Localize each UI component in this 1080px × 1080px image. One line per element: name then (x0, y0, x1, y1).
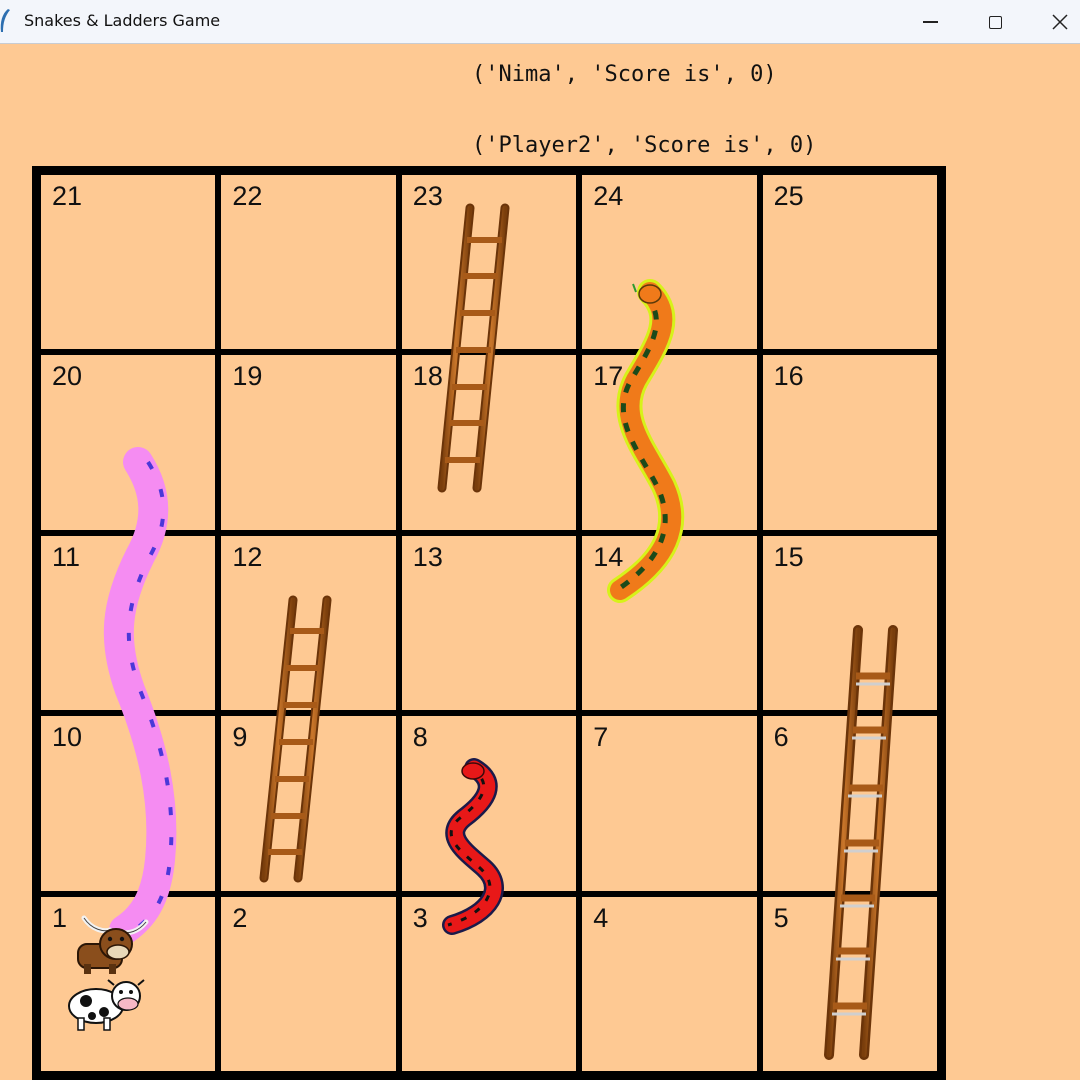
board-cell[interactable]: 20 (38, 352, 219, 533)
board-cell[interactable]: 16 (759, 352, 940, 533)
board-cell[interactable]: 22 (218, 172, 399, 353)
cell-number: 21 (52, 181, 83, 211)
board-cell[interactable]: 24 (579, 172, 760, 353)
cell-number: 7 (593, 722, 609, 753)
player2-score: ('Player2', 'Score is', 0) (472, 133, 817, 158)
cell-number: 10 (52, 722, 83, 753)
game-canvas[interactable]: ('Nima', 'Score is', 0) ('Player2', 'Sco… (0, 45, 1080, 1080)
board-cell[interactable]: 3 (398, 893, 580, 1074)
cell-number: 3 (412, 902, 428, 933)
board-cell[interactable]: 12 (218, 532, 399, 714)
board-cell[interactable]: 7 (579, 713, 760, 894)
cell-number: 8 (412, 722, 428, 753)
close-button[interactable] (1027, 0, 1080, 44)
cell-number: 24 (593, 181, 624, 211)
board-cell[interactable]: 10 (38, 713, 219, 894)
cell-number: 23 (412, 181, 443, 211)
board-cell[interactable]: 21 (38, 172, 219, 353)
game-board[interactable]: 21 22 23 24 25 20 19 18 17 16 11 12 13 1… (32, 166, 946, 1080)
cell-number: 1 (52, 902, 68, 933)
cell-number: 15 (773, 541, 804, 572)
close-icon (1052, 14, 1068, 30)
cell-number: 16 (773, 361, 804, 392)
cell-number: 22 (232, 181, 263, 211)
minimize-icon (922, 21, 938, 23)
cell-number: 2 (232, 902, 248, 933)
board-cell[interactable]: 9 (218, 713, 399, 894)
board-cell[interactable]: 18 (398, 352, 580, 533)
board-cell[interactable]: 23 (398, 172, 580, 353)
cell-number: 20 (52, 361, 83, 392)
board-cell[interactable]: 15 (759, 532, 940, 714)
board-cell[interactable]: 2 (218, 893, 399, 1074)
window-titlebar: Snakes & Ladders Game (0, 0, 1080, 44)
board-cell[interactable]: 1 (38, 893, 219, 1074)
feather-icon (0, 9, 11, 32)
cell-number: 12 (232, 541, 263, 572)
cell-number: 17 (593, 361, 624, 392)
cell-number: 18 (412, 361, 443, 392)
cell-number: 9 (232, 722, 248, 753)
board-cell[interactable]: 6 (759, 713, 940, 894)
board-cell[interactable]: 4 (579, 893, 760, 1074)
cell-number: 13 (412, 541, 443, 572)
maximize-icon (988, 15, 1002, 29)
board-cell[interactable]: 5 (759, 893, 940, 1074)
board-cell[interactable]: 11 (38, 532, 219, 714)
cell-number: 25 (773, 181, 804, 211)
minimize-button[interactable] (897, 0, 963, 44)
cell-number: 6 (773, 722, 789, 753)
cell-number: 19 (232, 361, 263, 392)
board-cell[interactable]: 25 (759, 172, 940, 353)
board-cell[interactable]: 8 (398, 713, 580, 894)
window-title: Snakes & Ladders Game (24, 11, 221, 30)
board-cell[interactable]: 17 (579, 352, 760, 533)
cell-number: 5 (773, 902, 789, 933)
maximize-button[interactable] (962, 0, 1028, 44)
cell-number: 4 (593, 902, 609, 933)
cell-number: 11 (52, 541, 81, 572)
board-cell[interactable]: 13 (398, 532, 580, 714)
player1-score: ('Nima', 'Score is', 0) (472, 62, 777, 87)
board-cell[interactable]: 14 (579, 532, 760, 714)
board-cell[interactable]: 19 (218, 352, 399, 533)
cell-number: 14 (593, 541, 624, 572)
